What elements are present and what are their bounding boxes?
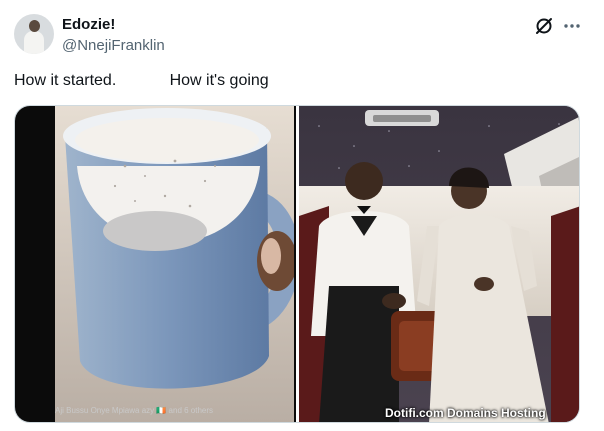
author-display-name[interactable]: Edozie! — [62, 15, 165, 35]
grok-icon[interactable] — [534, 16, 554, 36]
author-names: Edozie! @NnejiFranklin — [62, 15, 165, 56]
media-image-right[interactable] — [299, 106, 579, 422]
left-image-caption: Aji Bussu Onye Mpiawa azy 🇮🇪 and 6 other… — [55, 406, 214, 415]
more-dots-icon[interactable] — [562, 16, 582, 36]
mug-photo — [55, 106, 294, 422]
author-handle[interactable]: @NnejiFranklin — [62, 36, 165, 56]
tweet: Edozie! @NnejiFranklin How it started. H… — [0, 0, 604, 431]
media-image-left[interactable]: Aji Bussu Onye Mpiawa azy 🇮🇪 and 6 other… — [15, 106, 296, 422]
avatar[interactable] — [14, 14, 54, 54]
couple-photo — [299, 106, 579, 422]
tweet-text: How it started. How it's going — [14, 72, 269, 89]
watermark-text: Dotifi.com Domains Hosting — [385, 406, 546, 420]
tweet-media[interactable]: Aji Bussu Onye Mpiawa azy 🇮🇪 and 6 other… — [14, 105, 580, 423]
